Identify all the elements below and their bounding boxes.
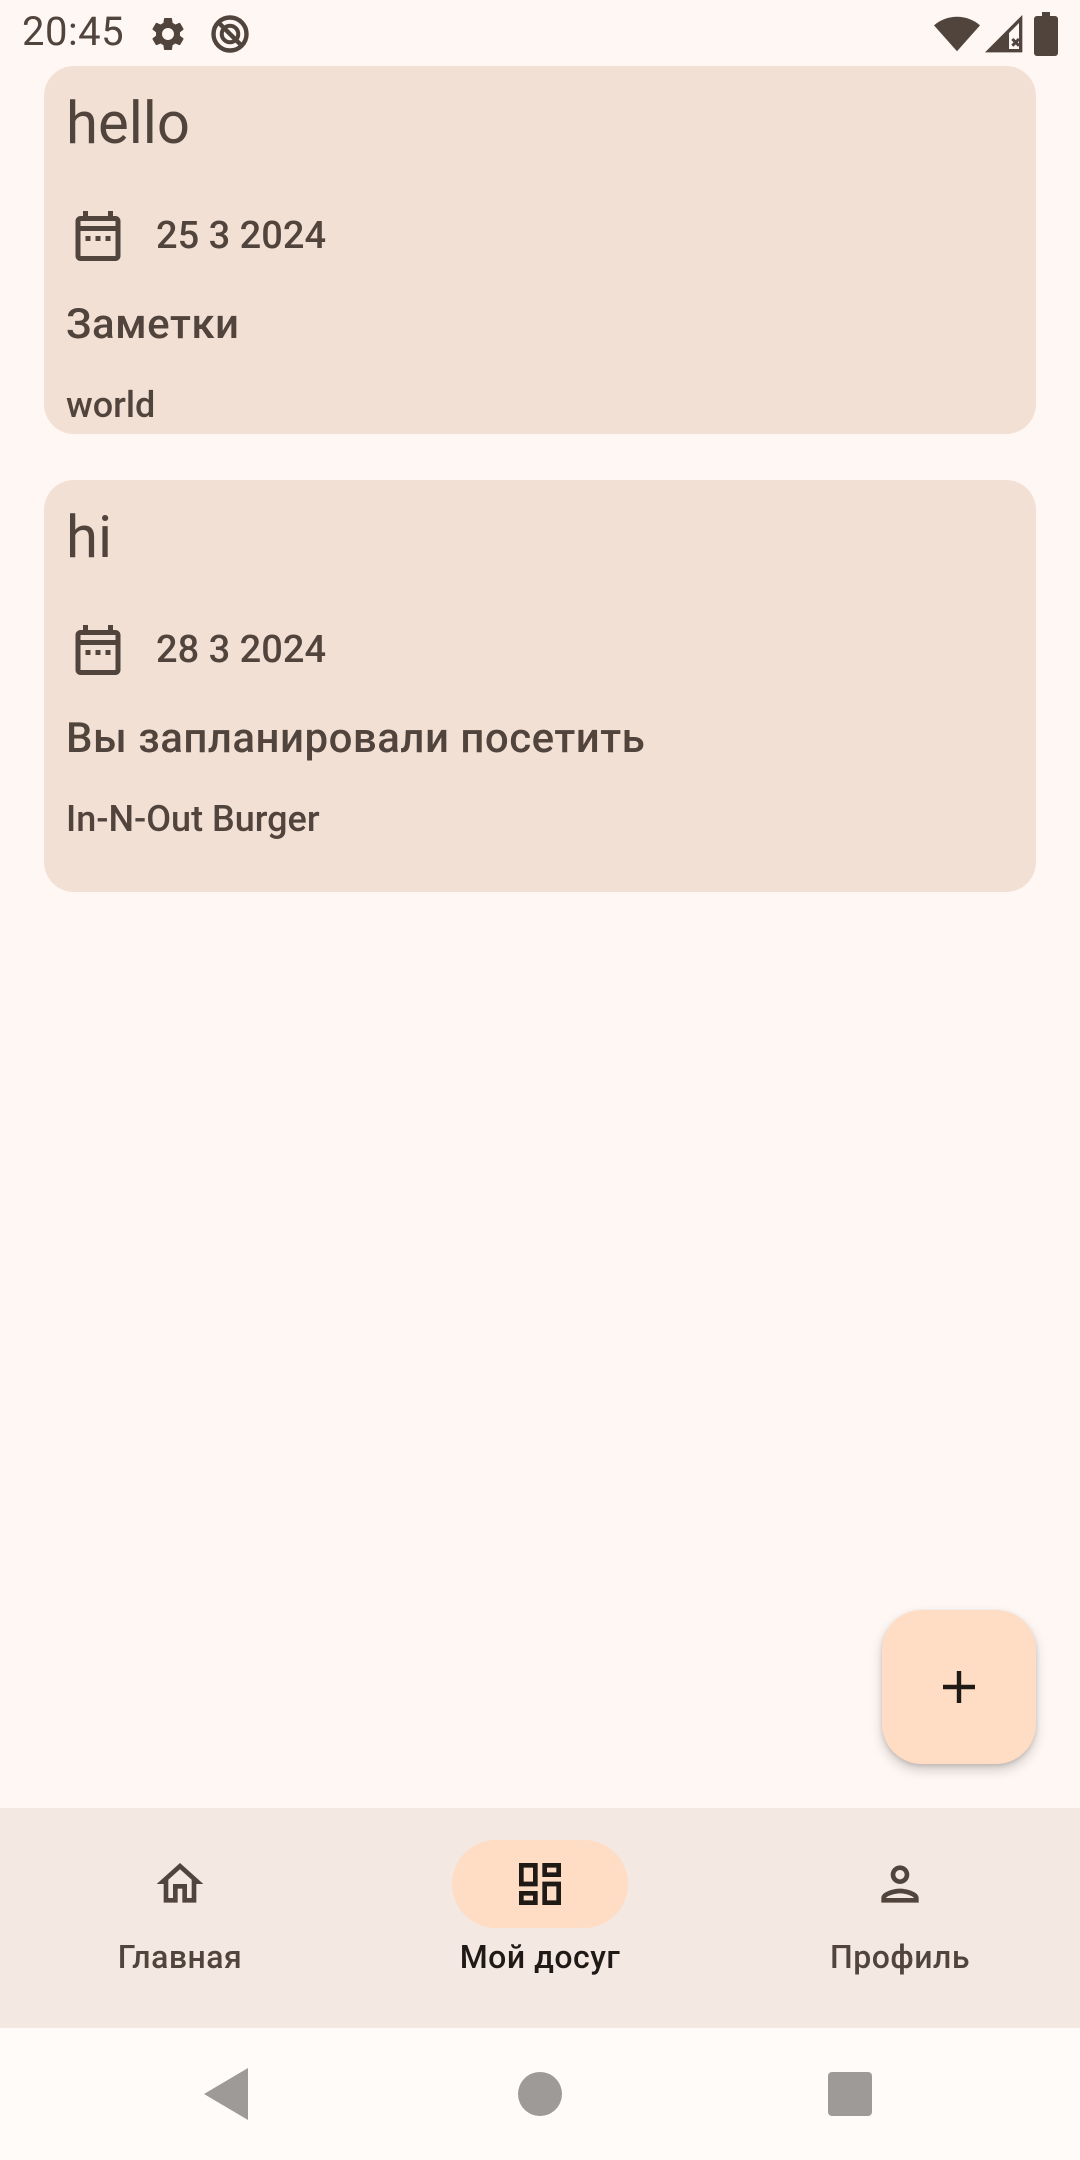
nav-item-profile[interactable]: Профиль (720, 1808, 1080, 2028)
card-category: Вы запланировали посетить (66, 714, 646, 763)
add-button[interactable] (882, 1610, 1036, 1764)
home-icon (156, 1863, 204, 1903)
card-date: 25 3 2024 (156, 214, 327, 258)
status-time: 20:45 (22, 8, 125, 55)
bottom-navigation: Главная Мой досуг Профиль (0, 1808, 1080, 2028)
nav-label-my-leisure: Мой досуг (459, 1938, 621, 1976)
recents-icon[interactable] (828, 2072, 872, 2116)
home-circle-icon[interactable] (518, 2072, 562, 2116)
card-date: 28 3 2024 (156, 628, 327, 672)
calendar-icon (75, 625, 121, 675)
card-detail: In-N-Out Burger (66, 798, 320, 840)
status-bar: 20:45 (0, 0, 1080, 66)
leisure-card[interactable]: hello 25 3 2024 Заметки world (44, 66, 1036, 434)
card-detail: world (66, 384, 156, 426)
settings-gear-icon (152, 17, 184, 50)
no-sync-icon (211, 15, 249, 53)
card-category: Заметки (66, 300, 240, 349)
nav-item-my-leisure[interactable]: Мой досуг (360, 1808, 720, 2028)
nav-label-profile: Профиль (830, 1938, 970, 1976)
nav-label-home: Главная (117, 1938, 243, 1976)
dashboard-icon (519, 1863, 561, 1905)
nav-item-home[interactable]: Главная (0, 1808, 360, 2028)
card-date-row: 25 3 2024 (68, 206, 326, 266)
card-date-row: 28 3 2024 (68, 620, 326, 680)
battery-icon (1034, 12, 1058, 56)
wifi-icon (934, 16, 980, 52)
back-icon[interactable] (204, 2068, 248, 2120)
leisure-card[interactable]: hi 28 3 2024 Вы запланировали посетить I… (44, 480, 1036, 892)
person-icon (881, 1865, 919, 1903)
system-navigation-bar (0, 2028, 1080, 2160)
card-title: hello (66, 90, 190, 158)
card-title: hi (66, 504, 113, 572)
cell-signal-icon (984, 14, 1023, 53)
plus-icon (943, 1671, 975, 1703)
calendar-icon (75, 211, 121, 261)
